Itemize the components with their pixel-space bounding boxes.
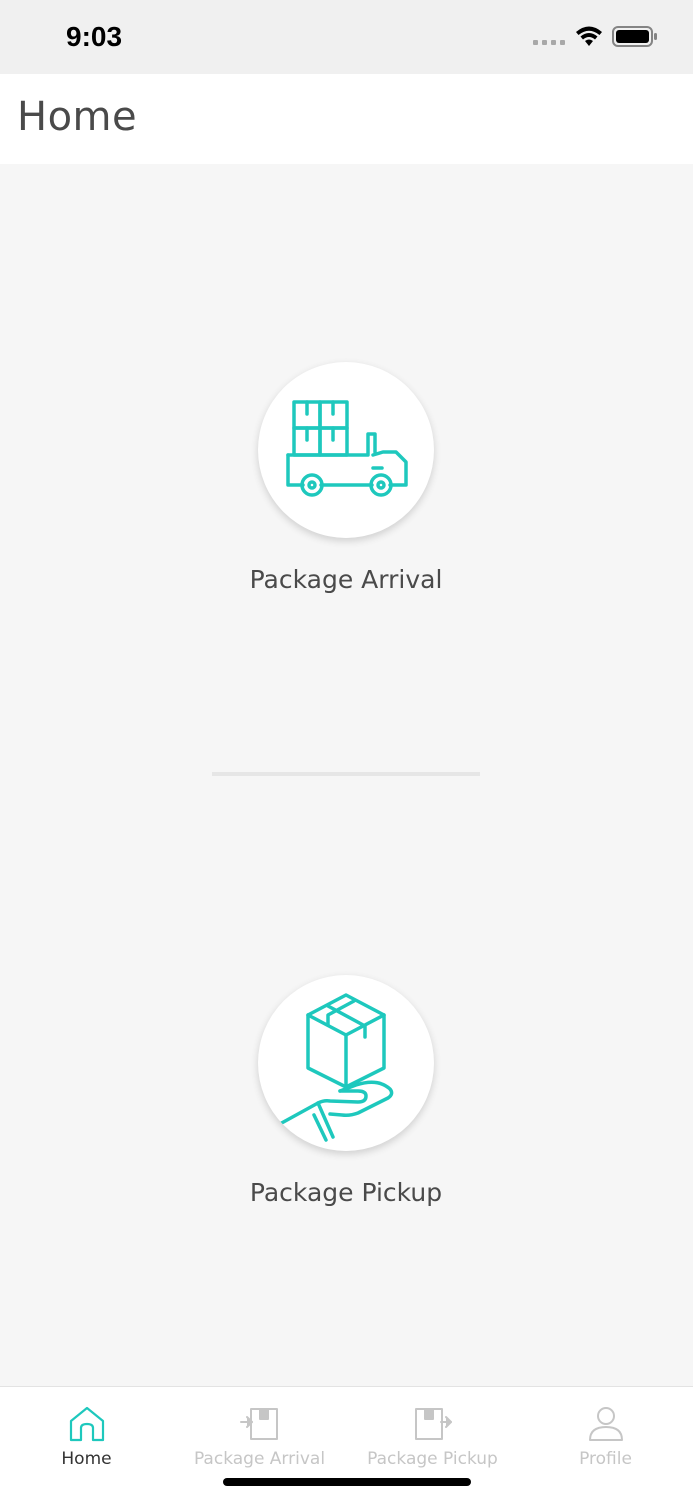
delivery-truck-icon (286, 400, 408, 497)
home-indicator[interactable] (223, 1478, 471, 1486)
cellular-signal-icon (533, 40, 565, 45)
section-divider (212, 772, 480, 776)
package-arrival-button[interactable]: Package Arrival (196, 362, 496, 632)
status-bar: 9:03 (0, 0, 693, 74)
battery-icon (612, 26, 657, 47)
package-arrival-circle[interactable] (258, 362, 434, 538)
profile-icon (589, 1407, 623, 1441)
package-arrival-icon (240, 1408, 278, 1440)
wifi-icon (576, 26, 602, 46)
package-arrival-label: Package Arrival (249, 565, 443, 594)
tab-home[interactable]: Home (0, 1387, 173, 1477)
tab-profile-label: Profile (579, 1449, 632, 1469)
package-pickup-icon (415, 1408, 452, 1440)
tab-package-arrival-label: Package Arrival (193, 1449, 326, 1469)
package-pickup-circle[interactable] (258, 975, 434, 1151)
status-time: 9:03 (66, 21, 123, 52)
package-pickup-button[interactable]: Package Pickup (196, 975, 496, 1245)
main-content: Package Arrival Package Pickup (0, 164, 693, 1386)
tab-profile[interactable]: Profile (519, 1387, 692, 1477)
tab-package-arrival[interactable]: Package Arrival (173, 1387, 346, 1477)
package-in-hand-icon (276, 993, 394, 1142)
tab-package-pickup[interactable]: Package Pickup (346, 1387, 519, 1477)
tab-home-label: Home (61, 1449, 112, 1469)
package-pickup-label: Package Pickup (249, 1178, 443, 1207)
page-title: Home (17, 94, 138, 140)
nav-header: Home (0, 74, 693, 164)
home-icon (69, 1406, 105, 1442)
tab-package-pickup-label: Package Pickup (367, 1449, 498, 1469)
